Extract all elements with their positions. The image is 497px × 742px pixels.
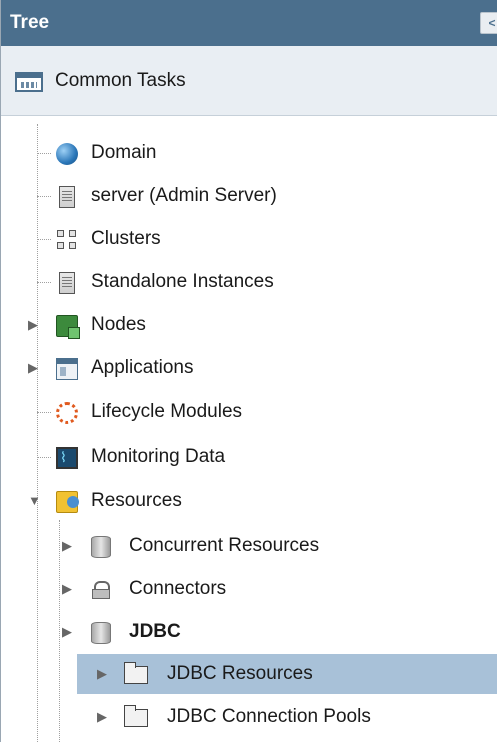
monitoring-icon [56,437,78,477]
domain-icon [56,143,78,165]
expand-arrow-icon[interactable]: ▶ [62,612,72,652]
collapse-panel-button[interactable]: < [480,12,497,34]
tree-item-label: Resources [91,490,182,511]
expand-arrow-icon[interactable]: ▶ [28,348,38,388]
tree-item-admin-server[interactable]: server (Admin Server) [1,176,497,216]
tree-item-label: Monitoring Data [91,446,226,467]
tree-item-label: Domain [91,142,157,163]
tree-item-standalone-instances[interactable]: Standalone Instances [1,262,497,302]
tree-item-label: Nodes [91,314,146,335]
tree-item-lifecycle-modules[interactable]: Lifecycle Modules [1,392,497,432]
tree-item-concurrent-resources[interactable]: ▶ Concurrent Resources [1,526,497,566]
tree-item-jdbc-resources[interactable]: ▶ JDBC Resources [1,654,497,694]
tree-item-label: Clusters [91,228,161,249]
database-icon [91,536,111,558]
tree-item-monitoring-data[interactable]: Monitoring Data [1,437,497,477]
tree-panel: Tree < Common Tasks Domain server (Admin… [0,0,497,742]
database-icon [91,622,111,644]
common-tasks-row[interactable]: Common Tasks [1,46,497,116]
nodes-icon [56,315,80,339]
tree-item-label: Concurrent Resources [129,535,320,556]
chevron-left-icon: < [488,16,496,30]
resources-icon [56,491,79,513]
tree-item-label: Lifecycle Modules [91,401,243,422]
expand-arrow-icon[interactable]: ▶ [97,697,107,737]
folder-icon [124,705,148,727]
tree-item-label: Applications [91,357,194,378]
clusters-icon [56,229,78,251]
server-icon [59,186,75,208]
tree-item-label: server (Admin Server) [91,185,277,206]
expand-arrow-icon[interactable]: ▶ [97,654,107,694]
tree-item-label: JDBC [129,621,181,642]
common-tasks-label: Common Tasks [55,70,186,91]
tree-item-label: JDBC Resources [167,663,313,684]
tree-item-jdbc-connection-pools[interactable]: ▶ JDBC Connection Pools [1,697,497,737]
tree-item-label: Connectors [129,578,227,599]
applications-icon [56,358,78,380]
connector-icon [90,579,112,601]
lifecycle-icon [56,402,78,424]
collapse-arrow-icon[interactable]: ▼ [28,481,41,521]
tree-item-label: JDBC Connection Pools [167,706,371,727]
folder-icon [124,662,148,684]
tree-item-applications[interactable]: ▶ Applications [1,348,497,388]
expand-arrow-icon[interactable]: ▶ [62,526,72,566]
tree-item-resources[interactable]: ▼ Resources [1,481,497,521]
tree-header: Tree < [1,0,497,46]
common-tasks-icon [15,72,43,92]
tree-item-domain[interactable]: Domain [1,133,497,173]
tree-item-connectors[interactable]: ▶ Connectors [1,569,497,609]
expand-arrow-icon[interactable]: ▶ [62,569,72,609]
server-icon [59,272,75,294]
tree-title: Tree [10,12,50,33]
tree-item-jdbc[interactable]: ▶ JDBC [1,612,497,652]
tree-item-clusters[interactable]: Clusters [1,219,497,259]
tree-item-label: Standalone Instances [91,271,274,292]
tree-item-nodes[interactable]: ▶ Nodes [1,305,497,345]
expand-arrow-icon[interactable]: ▶ [28,305,38,345]
